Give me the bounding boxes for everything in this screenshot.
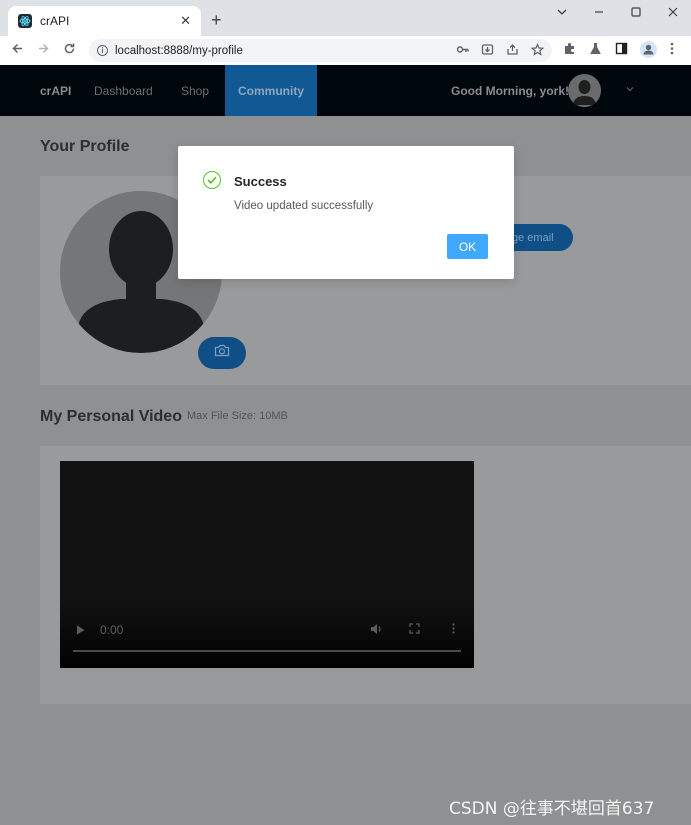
max-file-size-note: Max File Size: 10MB: [187, 410, 288, 422]
video-progress-bar[interactable]: [73, 650, 461, 652]
user-menu-chevron-icon[interactable]: [625, 84, 635, 97]
browser-toolbar: i localhost:8888/my-profile: [0, 36, 691, 65]
tab-title: crAPI: [40, 14, 70, 28]
profile-icon[interactable]: [640, 41, 657, 58]
browser-tab[interactable]: crAPI ✕: [8, 6, 201, 36]
bookmark-star-icon[interactable]: [530, 42, 545, 59]
success-modal: Success Video updated successfully OK: [178, 146, 514, 279]
labs-flask-icon[interactable]: [589, 42, 602, 55]
modal-message: Video updated successfully: [234, 200, 374, 212]
tab-search-chevron-icon[interactable]: [556, 6, 568, 21]
window-close-icon[interactable]: [667, 6, 679, 21]
key-icon[interactable]: [456, 43, 469, 59]
profile-section-title: Your Profile: [40, 138, 130, 155]
new-tab-button[interactable]: +: [211, 11, 222, 29]
success-check-icon: [203, 171, 221, 189]
url-text: localhost:8888/my-profile: [115, 44, 243, 57]
extensions-puzzle-icon[interactable]: [563, 42, 576, 55]
ok-button[interactable]: OK: [447, 234, 488, 259]
chrome-menu-icon[interactable]: [670, 42, 674, 55]
fullscreen-icon[interactable]: [409, 623, 420, 637]
video-player[interactable]: 0:00: [60, 461, 474, 668]
volume-icon[interactable]: [370, 623, 383, 638]
nav-item-shop[interactable]: Shop: [181, 84, 209, 98]
video-section-title: My Personal Video: [40, 408, 182, 425]
maximize-icon[interactable]: [630, 6, 642, 21]
camera-icon: [214, 344, 230, 362]
modal-title: Success: [234, 174, 287, 189]
share-icon[interactable]: [506, 43, 519, 59]
site-info-icon[interactable]: i: [97, 45, 108, 56]
brand-logo[interactable]: crAPI: [40, 84, 71, 98]
react-favicon-icon: [18, 14, 32, 28]
video-time: 0:00: [100, 623, 124, 637]
install-app-icon[interactable]: [481, 43, 494, 59]
nav-item-dashboard[interactable]: Dashboard: [94, 84, 153, 98]
video-more-icon[interactable]: [452, 623, 455, 637]
watermark-text: CSDN @往事不堪回首637: [449, 799, 655, 819]
address-bar[interactable]: i localhost:8888/my-profile: [89, 39, 552, 62]
reload-icon[interactable]: [56, 42, 82, 59]
change-photo-button[interactable]: [198, 337, 246, 369]
user-avatar[interactable]: [568, 74, 601, 107]
browser-tab-strip: crAPI ✕ +: [0, 0, 691, 36]
side-panel-icon[interactable]: [615, 42, 628, 55]
greeting-text: Good Morning, york!: [451, 84, 569, 98]
forward-arrow-icon[interactable]: [30, 42, 56, 59]
play-icon[interactable]: [76, 624, 85, 638]
minimize-icon[interactable]: [593, 6, 605, 21]
nav-item-community[interactable]: Community: [225, 65, 317, 116]
tab-close-icon[interactable]: ✕: [180, 13, 191, 29]
back-arrow-icon[interactable]: [4, 42, 30, 59]
